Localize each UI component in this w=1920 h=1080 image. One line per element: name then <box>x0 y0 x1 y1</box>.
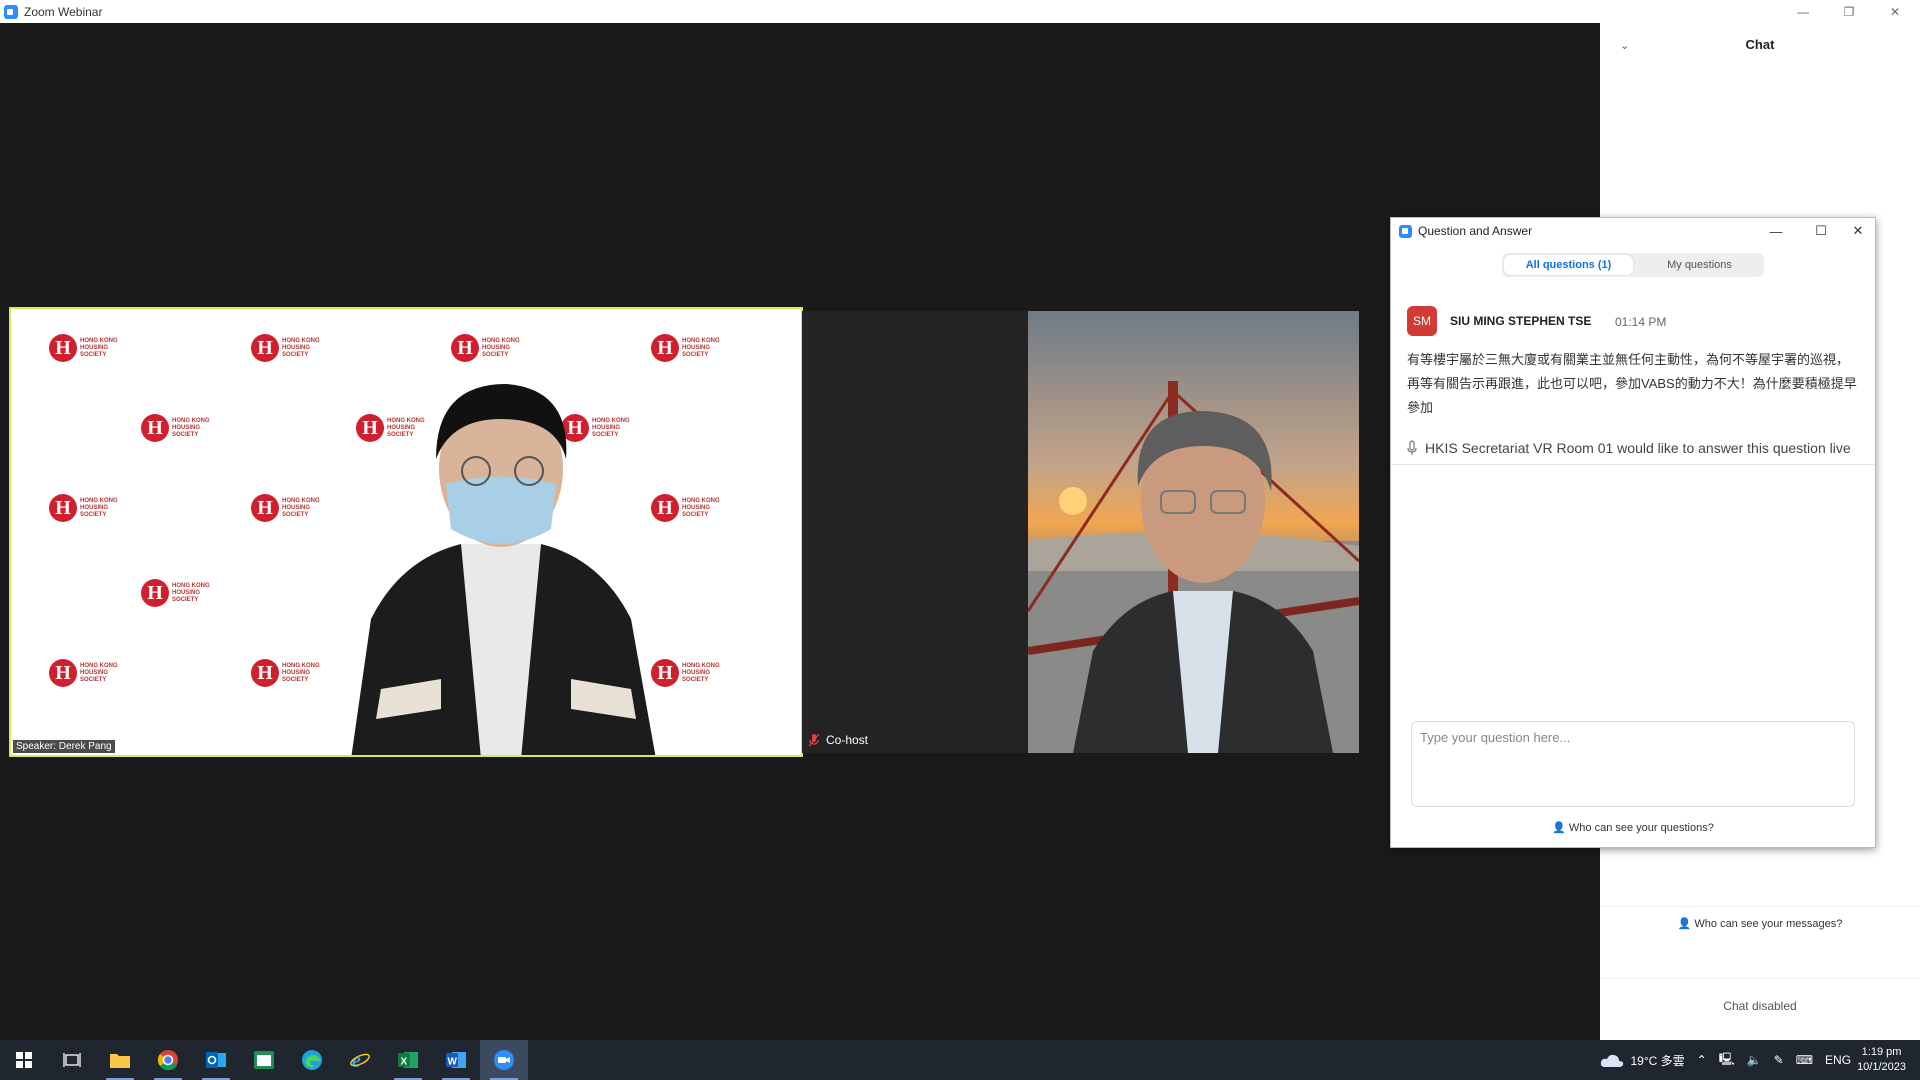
restore-button[interactable]: ❐ <box>1826 0 1872 23</box>
cohost-label: Co-host <box>826 733 869 747</box>
close-icon[interactable]: ✕ <box>1843 221 1873 241</box>
cohost-label-group: Co-host <box>808 733 868 747</box>
taskbar-calendar-app[interactable] <box>240 1040 288 1080</box>
taskbar-file-explorer[interactable] <box>96 1040 144 1080</box>
taskbar-clock[interactable]: 1:19 pm 10/1/2023 <box>1857 1045 1906 1075</box>
speaker-video-tile[interactable]: H HONG KONG HOUSING SOCIETY H HONG KONG HO… <box>9 307 803 757</box>
keyboard-icon[interactable]: ⌨ <box>1796 1053 1813 1067</box>
zoom-app-icon <box>4 4 18 19</box>
live-answer-notice: HKIS Secretariat VR Room 01 would like t… <box>1407 436 1877 460</box>
internet-explorer-icon: e <box>350 1050 370 1071</box>
svg-text:X: X <box>401 1057 408 1068</box>
minimize-icon[interactable]: — <box>1761 221 1791 241</box>
microphone-icon <box>1407 440 1417 455</box>
excel-icon: X <box>398 1052 418 1068</box>
tab-my-questions[interactable]: My questions <box>1635 253 1764 277</box>
windows-icon <box>16 1052 32 1068</box>
taskbar-internet-explorer[interactable]: e <box>336 1040 384 1080</box>
tab-all-questions[interactable]: All questions (1) <box>1504 255 1633 275</box>
clock-time: 1:19 pm <box>1861 1046 1902 1058</box>
question-text: 有等樓宇屬於三無大廈或有關業主並無任何主動性，為何不等屋宇署的巡視，再等有關告示… <box>1407 352 1857 415</box>
hkhs-logo: H HONG KONG HOUSING SOCIETY <box>651 494 737 522</box>
zoom-app-icon <box>1399 224 1412 238</box>
muted-mic-icon <box>808 733 820 747</box>
chat-visibility-text: Who can see your messages? <box>1694 918 1843 930</box>
cloud-icon <box>1601 1054 1624 1067</box>
question-author: SIU MING STEPHEN TSE <box>1450 314 1592 328</box>
chat-visibility-link[interactable]: 👤 Who can see your messages? <box>1600 906 1920 930</box>
hkhs-logo: H HONG KONG HOUSING SOCIETY <box>49 494 135 522</box>
participant-person <box>1073 411 1333 753</box>
system-tray: 19°C 多雲 ⌃ 🖳 🔈 ✎ ⌨ ENG 1:19 pm 10/1/2023 <box>1600 1040 1920 1080</box>
hkhs-logo: H HONG KONG HOUSING SOCIETY <box>49 334 135 362</box>
taskbar-chrome[interactable] <box>144 1040 192 1080</box>
question-time: 01:14 PM <box>1615 315 1667 329</box>
taskbar-excel[interactable]: X <box>384 1040 432 1080</box>
speaker-person <box>351 384 656 755</box>
chat-disabled-text: Chat disabled <box>1600 978 1920 1013</box>
taskbar-outlook[interactable] <box>192 1040 240 1080</box>
hkhs-logo: H HONG KONG HOUSING SOCIETY <box>251 494 337 522</box>
hkhs-logo: H HONG KONG HOUSING SOCIETY <box>451 334 537 362</box>
live-answer-text: HKIS Secretariat VR Room 01 would like t… <box>1425 440 1851 456</box>
hkhs-logo: H HONG KONG HOUSING SOCIETY <box>651 334 737 362</box>
edge-icon <box>302 1050 322 1070</box>
network-icon[interactable]: 🖳 <box>1719 1050 1735 1071</box>
question-visibility-text: Who can see your questions? <box>1568 822 1714 834</box>
outlook-icon <box>206 1052 226 1068</box>
window-title: Zoom Webinar <box>24 4 103 19</box>
hkhs-logo: H HONG KONG HOUSING SOCIETY <box>251 334 337 362</box>
calendar-icon <box>254 1051 274 1069</box>
word-icon: W <box>446 1052 466 1068</box>
question-visibility-link[interactable]: 👤 Who can see your questions? <box>1391 821 1875 834</box>
close-button[interactable]: ✕ <box>1872 0 1918 23</box>
chrome-icon <box>158 1050 178 1071</box>
taskbar-edge[interactable] <box>288 1040 336 1080</box>
zoom-icon <box>494 1050 514 1070</box>
question-input[interactable] <box>1411 721 1855 807</box>
hkhs-logo: H HONG KONG HOUSING SOCIETY <box>251 659 337 687</box>
pen-icon[interactable]: ✎ <box>1774 1053 1784 1067</box>
language-indicator[interactable]: ENG <box>1825 1053 1851 1067</box>
task-view-button[interactable] <box>48 1040 96 1080</box>
taskbar-word[interactable]: W <box>432 1040 480 1080</box>
hkhs-logo: H HONG KONG HOUSING SOCIETY <box>49 659 135 687</box>
divider <box>1391 464 1875 465</box>
weather-text[interactable]: 19°C 多雲 <box>1630 1052 1684 1069</box>
hkhs-logo: H HONG KONG HOUSING SOCIETY <box>651 659 737 687</box>
task-view-icon <box>63 1053 81 1067</box>
cohost-video-tile[interactable]: Co-host <box>802 311 1028 753</box>
speaker-name-label: Speaker: Derek Pang <box>13 740 115 753</box>
folder-icon <box>110 1054 130 1068</box>
minimize-button[interactable]: — <box>1780 0 1826 23</box>
hkhs-logo: H HONG KONG HOUSING SOCIETY <box>141 414 227 442</box>
person-info-icon: 👤 <box>1677 918 1692 930</box>
qa-title: Question and Answer <box>1418 224 1533 238</box>
person-info-icon: 👤 <box>1552 822 1566 834</box>
window-titlebar: Zoom Webinar — ❐ ✕ <box>0 0 1920 23</box>
chat-title: Chat <box>1745 37 1775 52</box>
taskbar: e X W 19°C 多雲 ⌃ 🖳 🔈 ✎ ⌨ ENG 1:19 pm 10/1… <box>0 1040 1920 1080</box>
avatar: SM <box>1407 306 1437 336</box>
hkhs-logo: H HONG KONG HOUSING SOCIETY <box>141 579 227 607</box>
clock-date: 10/1/2023 <box>1857 1061 1906 1073</box>
maximize-icon[interactable]: ☐ <box>1806 221 1836 241</box>
participant-video-tile[interactable] <box>1028 311 1359 753</box>
taskbar-zoom[interactable] <box>480 1040 528 1080</box>
chevron-up-icon[interactable]: ⌃ <box>1697 1053 1707 1067</box>
svg-text:W: W <box>448 1057 458 1068</box>
qa-tabs: All questions (1) My questions <box>1502 253 1764 277</box>
speaker-icon[interactable]: 🔈 <box>1747 1053 1762 1067</box>
start-button[interactable] <box>0 1040 48 1080</box>
qa-titlebar: Question and Answer <box>1399 224 1532 238</box>
qa-window[interactable]: Question and Answer — ☐ ✕ All questions … <box>1390 217 1876 848</box>
